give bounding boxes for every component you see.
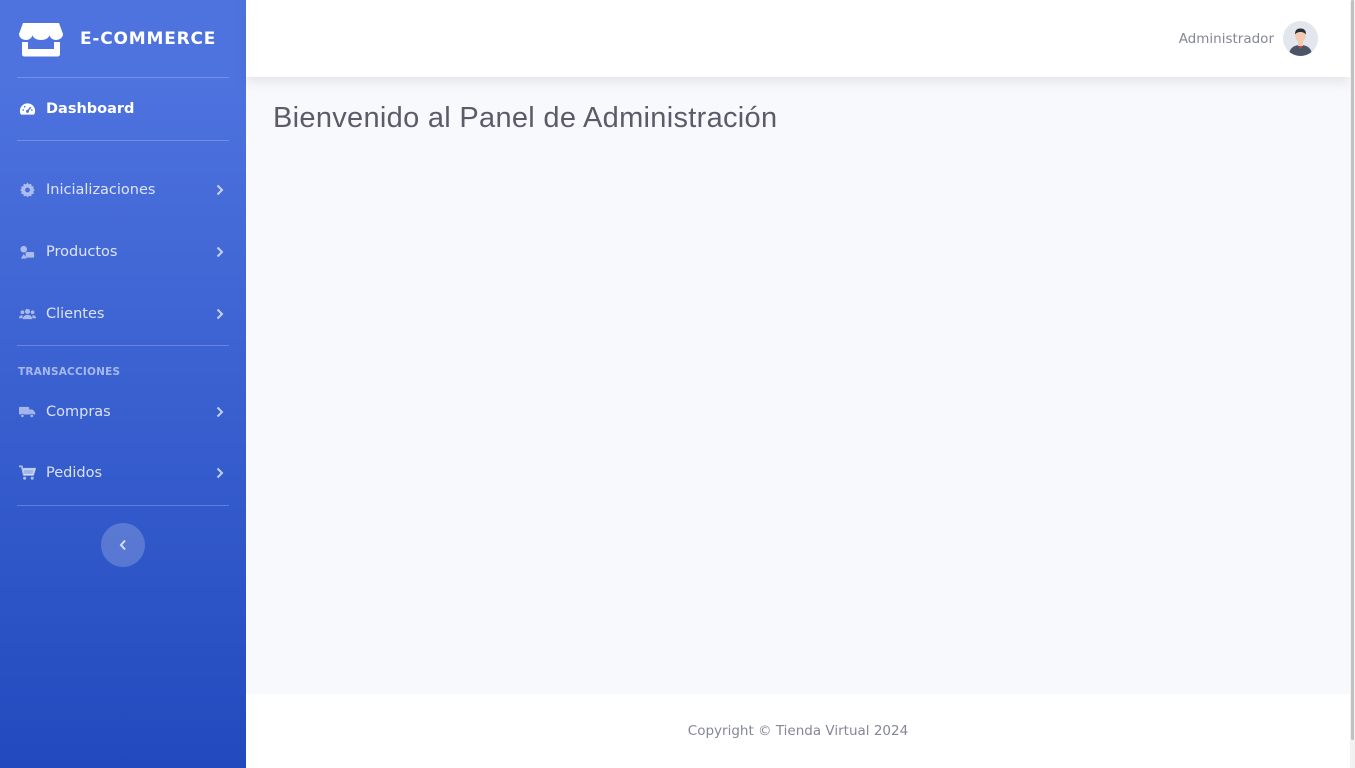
store-icon — [19, 21, 63, 57]
sidebar-item-label: Dashboard — [46, 101, 135, 117]
copyright-text: Copyright © Tienda Virtual 2024 — [687, 723, 909, 739]
sidebar-item-clientes[interactable]: Clientes — [0, 283, 246, 345]
user-name: Administrador — [1178, 30, 1274, 47]
user-dropdown[interactable]: Administrador — [1179, 21, 1318, 56]
sidebar-item-label: Pedidos — [46, 465, 103, 481]
sidebar-item-label: Clientes — [46, 306, 105, 322]
truck-icon — [18, 404, 36, 420]
avatar — [1283, 21, 1318, 56]
sidebar-item-label: Compras — [46, 403, 111, 420]
sidebar-item-label: Inicializaciones — [46, 182, 156, 198]
tachometer-icon — [18, 101, 36, 117]
chevron-left-icon — [119, 536, 127, 555]
brand-title: E-COMMERCE — [80, 28, 217, 49]
scrollbar-thumb[interactable] — [1351, 0, 1354, 740]
sidebar-item-label: Productos — [46, 244, 118, 260]
cart-icon — [18, 465, 36, 481]
sidebar-item-pedidos[interactable]: Pedidos — [0, 441, 246, 505]
sidebar-toggle-wrapper — [0, 506, 246, 567]
sidebar-item-productos[interactable]: Productos — [0, 221, 246, 283]
sidebar-item-inicializaciones[interactable]: Inicializaciones — [0, 159, 246, 221]
shapes-icon — [18, 244, 36, 260]
sidebar-brand[interactable]: E-COMMERCE — [0, 0, 246, 77]
sidebar: E-COMMERCE Dashboard Inicializaciones Pr… — [0, 0, 246, 768]
chevron-right-icon — [216, 467, 224, 479]
sidebar-item-compras[interactable]: Compras — [0, 382, 246, 441]
chevron-right-icon — [216, 246, 224, 258]
gear-icon — [18, 182, 36, 198]
chevron-right-icon — [216, 184, 224, 196]
chevron-right-icon — [216, 308, 224, 320]
footer: Copyright © Tienda Virtual 2024 — [246, 694, 1350, 768]
chevron-right-icon — [216, 406, 224, 418]
sidebar-heading-transacciones: TRANSACCIONES — [18, 366, 121, 378]
page-title: Bienvenido al Panel de Administración — [273, 102, 778, 134]
sidebar-item-dashboard[interactable]: Dashboard — [0, 78, 246, 140]
main-content: Bienvenido al Panel de Administración — [246, 77, 1350, 694]
users-icon — [18, 306, 36, 322]
topbar: Administrador — [246, 0, 1350, 77]
sidebar-toggle-button[interactable] — [101, 523, 145, 567]
